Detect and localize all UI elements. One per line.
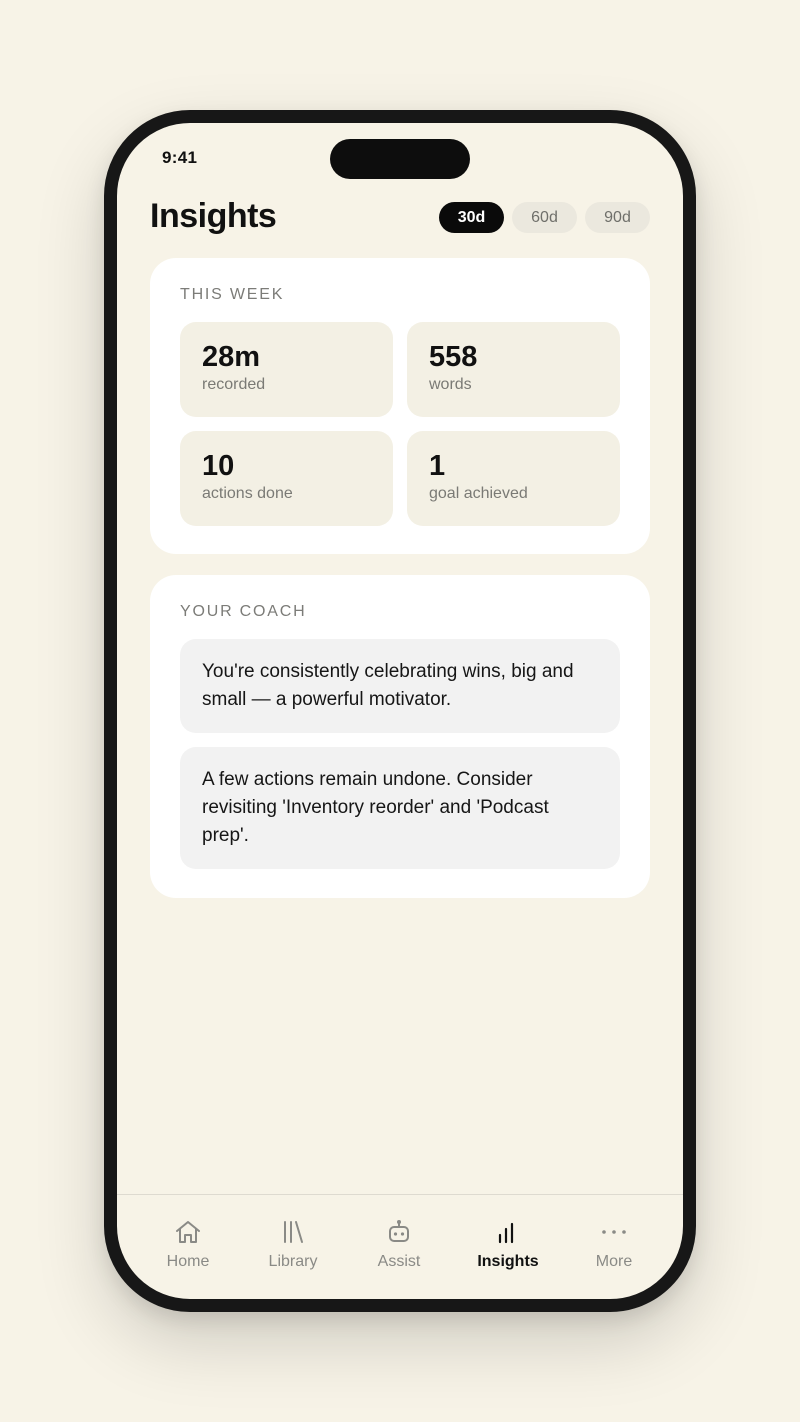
stat-grid: 28m recorded 558 words 10 actions done 1… — [180, 322, 620, 526]
stat-caption: words — [429, 376, 472, 393]
tab-label: Assist — [377, 1253, 421, 1270]
tab-label: Library — [268, 1253, 318, 1270]
stat-value: 558 — [429, 341, 478, 373]
stat-goal-achieved: 1 goal achieved — [407, 431, 620, 526]
stat-recorded: 28m recorded — [180, 322, 393, 417]
tab-home[interactable]: Home — [135, 1195, 241, 1285]
tab-more[interactable]: More — [561, 1195, 667, 1285]
more-dots-icon — [602, 1230, 626, 1234]
tab-library[interactable]: Library — [240, 1195, 346, 1285]
robot-icon — [389, 1220, 409, 1242]
this-week-label: THIS WEEK — [180, 286, 285, 303]
bar-chart-icon — [498, 1222, 514, 1244]
stat-value: 28m — [202, 341, 261, 373]
tab-insights[interactable]: Insights — [455, 1195, 561, 1285]
library-icon — [284, 1221, 303, 1243]
coach-insight: You're consistently celebrating wins, bi… — [180, 639, 620, 733]
phone-frame: 9:41 Insights 30d 60d 90d THIS WEEK 28m … — [104, 110, 696, 1312]
page-title: Insights — [150, 197, 277, 235]
status-time: 9:41 — [162, 148, 198, 167]
stat-caption: recorded — [202, 376, 266, 393]
home-icon — [176, 1221, 200, 1243]
stat-value: 10 — [202, 450, 235, 482]
tab-assist[interactable]: Assist — [346, 1195, 452, 1285]
tab-label: Home — [166, 1253, 210, 1270]
tab-bar: Home Library Assist Insights More — [117, 1194, 683, 1299]
coach-label: YOUR COACH — [180, 603, 307, 620]
stat-caption: goal achieved — [429, 485, 528, 502]
range-30d-button[interactable]: 30d — [439, 202, 504, 233]
range-toggle: 30d 60d 90d — [439, 202, 650, 233]
app-screen: 9:41 Insights 30d 60d 90d THIS WEEK 28m … — [117, 123, 683, 1299]
dynamic-island — [330, 139, 470, 179]
coach-card: YOUR COACH You're consistently celebrati… — [150, 575, 650, 898]
stat-actions-done: 10 actions done — [180, 431, 393, 526]
this-week-card: THIS WEEK 28m recorded 558 words 10 acti… — [150, 258, 650, 554]
stat-words: 558 words — [407, 322, 620, 417]
range-60d-button[interactable]: 60d — [512, 202, 577, 233]
range-90d-button[interactable]: 90d — [585, 202, 650, 233]
coach-insight: A few actions remain undone. Consider re… — [180, 747, 620, 869]
tab-label: More — [595, 1253, 633, 1270]
tab-label: Insights — [477, 1253, 539, 1270]
stat-caption: actions done — [202, 485, 293, 502]
stat-value: 1 — [429, 450, 446, 482]
